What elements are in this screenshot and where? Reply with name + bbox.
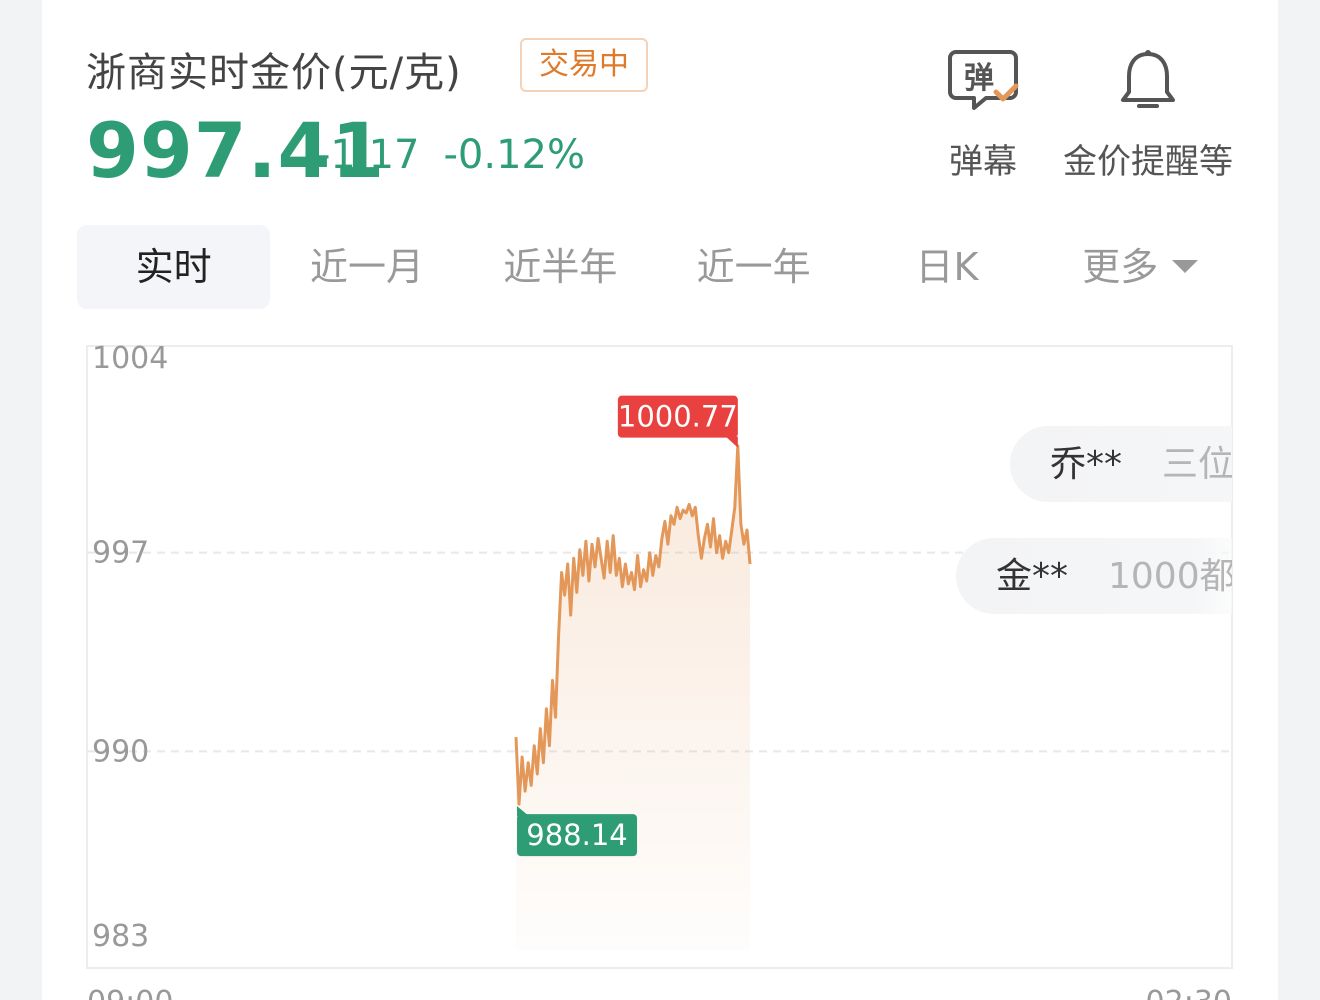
price-alert-button[interactable]: 金价提醒等 xyxy=(1058,48,1238,183)
trading-status-badge: 交易中 xyxy=(520,38,648,92)
page-title: 浙商实时金价(元/克) xyxy=(86,50,462,96)
min-price-label: 988.14 xyxy=(526,818,627,852)
change-amount: -1.17 xyxy=(316,132,420,178)
danmaku-text: 三位 xyxy=(1162,444,1234,485)
danmaku-item: 乔** 三位 xyxy=(1010,426,1234,502)
y-tick-label: 1004 xyxy=(92,341,168,376)
tab-label: 更多 xyxy=(1082,245,1159,289)
x-tick-label: 02:30 xyxy=(1146,985,1232,1000)
chevron-down-icon xyxy=(1172,260,1199,273)
tab-realtime[interactable]: 实时 xyxy=(77,225,271,309)
tab-label: 近半年 xyxy=(503,245,618,289)
tab-label: 日K xyxy=(915,245,979,289)
change-percent: -0.12% xyxy=(443,132,586,178)
x-tick-label: 09:00 xyxy=(87,985,173,1000)
bell-icon xyxy=(1121,50,1175,108)
tab-label: 近一月 xyxy=(309,245,424,289)
tab-one-year[interactable]: 近一年 xyxy=(657,225,850,309)
tab-half-year[interactable]: 近半年 xyxy=(464,225,657,309)
tab-label: 实时 xyxy=(135,245,212,289)
period-tabs: 实时 近一月 近半年 近一年 日K 更多 xyxy=(77,225,1237,309)
y-tick-label: 997 xyxy=(92,536,149,571)
price-alert-label: 金价提醒等 xyxy=(1063,142,1233,182)
tab-one-month[interactable]: 近一月 xyxy=(270,225,463,309)
tab-more[interactable]: 更多 xyxy=(1044,225,1237,309)
price-chart: 1004 997 990 983 09:00 02:30 1000.77 988.14 乔*… xyxy=(86,341,1236,1000)
danmu-icon-text: 弹 xyxy=(964,61,994,96)
max-price-label: 1000.77 xyxy=(618,400,738,434)
max-price-marker: 1000.77 xyxy=(617,395,738,448)
danmaku-user: 金** xyxy=(996,556,1068,597)
danmu-label: 弹幕 xyxy=(949,142,1017,182)
y-tick-label: 983 xyxy=(92,919,149,954)
tab-label: 近一年 xyxy=(696,245,811,289)
danmaku-text: 1000都 xyxy=(1108,556,1236,597)
danmaku-item: 金** 1000都 xyxy=(956,538,1236,614)
price-change: -1.17 -0.12% xyxy=(316,132,609,178)
danmu-button[interactable]: 弹 弹幕 xyxy=(938,48,1028,183)
danmaku-user: 乔** xyxy=(1050,444,1122,485)
y-tick-label: 990 xyxy=(92,734,149,769)
danmu-icon: 弹 xyxy=(948,50,1019,110)
gold-price-card: 浙商实时金价(元/克) 交易中 997.41 -1.17 -0.12% 弹 弹幕 … xyxy=(42,0,1278,1000)
tab-daily-k[interactable]: 日K xyxy=(850,225,1043,309)
